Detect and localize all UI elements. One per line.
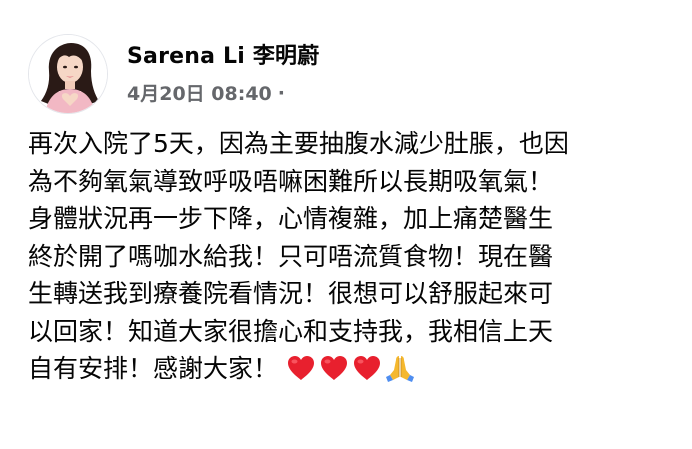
post-line: 終於開了嗎咖水給我！只可唔流質食物！現在醫 [28, 241, 554, 271]
post-last-line: 自有安排！感謝大家！ [28, 350, 678, 388]
post-line: 自有安排！感謝大家！ [28, 354, 279, 383]
author-avatar[interactable] [28, 34, 108, 114]
post-line: 以回家！知道大家很擔心和支持我，我相信上天 [28, 316, 554, 346]
post-line: 身體狀況再一步下降，心情複雜，加上痛楚醫生 [28, 204, 554, 233]
meta-separator: · [277, 81, 285, 104]
post-line: 再次入院了5天，因為主要抽腹水減少肚脹，也因 [28, 129, 569, 158]
post-line: 生轉送我到療養院看情況！很想可以舒服起來可 [28, 279, 554, 308]
post-meta: 4月20日 08:40 · [127, 79, 285, 106]
folded-hands-icon [385, 353, 415, 383]
red-heart-icon [286, 354, 316, 382]
post-line: 為不夠氧氣導致呼吸唔嘛困難所以長期吸氧氣！ [28, 166, 554, 196]
avatar-photo [29, 35, 107, 113]
post-card: Sarena Li 李明蔚 4月20日 08:40 · 再次入院了5天，因為主要… [0, 0, 692, 449]
post-timestamp[interactable]: 4月20日 08:40 [127, 79, 272, 106]
author-name-link[interactable]: Sarena Li 李明蔚 [127, 38, 319, 70]
red-heart-icon [352, 354, 382, 382]
emoji-row [286, 353, 415, 383]
red-heart-icon [319, 354, 349, 382]
post-body: 再次入院了5天，因為主要抽腹水減少肚脹，也因 為不夠氧氣導致呼吸唔嘛困難所以長期… [28, 125, 678, 388]
